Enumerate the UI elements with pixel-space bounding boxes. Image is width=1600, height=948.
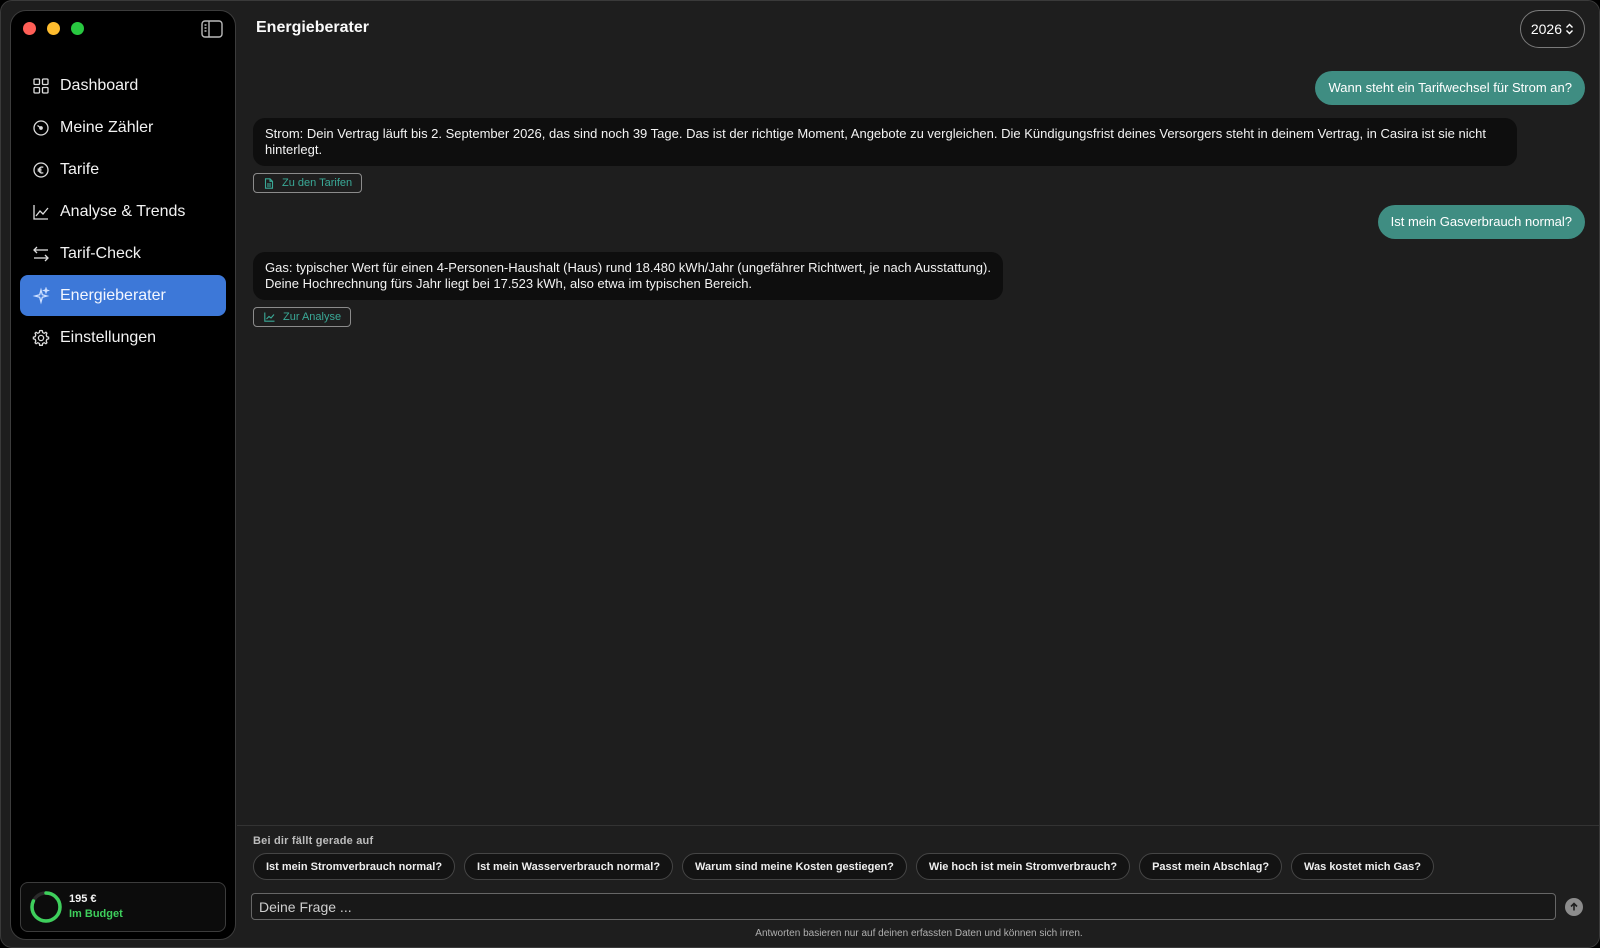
gear-icon: [32, 329, 50, 346]
sidebar-nav: Dashboard Meine Zähler Tarife Analyse & …: [20, 65, 226, 359]
action-label: Zur Analyse: [283, 311, 342, 323]
question-input-wrapper: [251, 893, 1556, 920]
goto-tarife-button[interactable]: Zu den Tarifen: [253, 173, 363, 193]
line-chart-icon: [264, 312, 275, 322]
gauge-icon: [33, 119, 49, 136]
user-message: Ist mein Gasverbrauch normal?: [1377, 205, 1585, 239]
arrow-up-icon: [1570, 902, 1578, 911]
suggestion-chip[interactable]: Ist mein Wasserverbrauch normal?: [464, 853, 674, 880]
suggestion-chip[interactable]: Was kostet mich Gas?: [1291, 853, 1435, 880]
question-input[interactable]: [252, 894, 1555, 919]
sidebar-item-meine-zaehler[interactable]: Meine Zähler: [20, 107, 226, 148]
window-controls: [23, 22, 84, 35]
suggestions-panel: Bei dir fällt gerade auf Ist mein Stromv…: [237, 825, 1599, 947]
minimize-window-button[interactable]: [47, 22, 60, 35]
goto-analyse-button[interactable]: Zur Analyse: [253, 307, 352, 327]
suggestion-chip[interactable]: Passt mein Abschlag?: [1139, 853, 1283, 880]
grid-icon: [33, 77, 49, 94]
user-message: Wann steht ein Tarifwechsel für Strom an…: [1315, 71, 1585, 105]
sidebar-item-label: Dashboard: [60, 76, 139, 94]
line-chart-icon: [33, 204, 49, 220]
suggestion-chip[interactable]: Warum sind meine Kosten gestiegen?: [682, 853, 907, 880]
document-icon: [264, 177, 274, 189]
sidebar-item-analyse-trends[interactable]: Analyse & Trends: [20, 191, 226, 232]
sparkle-icon: [32, 286, 50, 304]
sidebar-item-label: Analyse & Trends: [60, 202, 186, 220]
assistant-message: Strom: Dein Vertrag läuft bis 2. Septemb…: [253, 118, 1517, 166]
arrows-swap-icon: [33, 246, 49, 261]
sidebar-item-label: Tarife: [60, 160, 100, 178]
sidebar-item-energieberater[interactable]: Energieberater: [20, 275, 226, 316]
suggestion-chip[interactable]: Ist mein Stromverbrauch normal?: [253, 853, 456, 880]
suggestion-chip[interactable]: Wie hoch ist mein Stromverbrauch?: [915, 853, 1131, 880]
suggestion-chips: Ist mein Stromverbrauch normal? Ist mein…: [253, 853, 1435, 880]
assistant-message-line: Deine Hochrechnung fürs Jahr liegt bei 1…: [265, 276, 753, 291]
assistant-message-line: Gas: typischer Wert für einen 4-Personen…: [265, 260, 991, 275]
budget-status: Im Budget: [69, 908, 123, 920]
sidebar-item-label: Meine Zähler: [60, 118, 154, 136]
chat-thread: Wann steht ein Tarifwechsel für Strom an…: [253, 1, 1585, 825]
sidebar-item-tarife[interactable]: Tarife: [20, 149, 226, 190]
close-window-button[interactable]: [23, 22, 36, 35]
sidebar: Dashboard Meine Zähler Tarife Analyse & …: [10, 10, 236, 940]
app-window: Dashboard Meine Zähler Tarife Analyse & …: [0, 0, 1600, 948]
budget-progress-ring: [30, 891, 62, 923]
action-label: Zu den Tarifen: [282, 177, 353, 189]
sidebar-item-label: Energieberater: [60, 286, 166, 304]
sidebar-item-label: Tarif-Check: [60, 244, 141, 262]
sidebar-item-tarif-check[interactable]: Tarif-Check: [20, 233, 226, 274]
sidebar-item-label: Einstellungen: [60, 328, 157, 346]
maximize-window-button[interactable]: [71, 22, 84, 35]
sidebar-item-einstellungen[interactable]: Einstellungen: [20, 317, 226, 358]
send-button[interactable]: [1565, 898, 1583, 916]
euro-circle-icon: [33, 161, 49, 178]
budget-amount: 195 €: [69, 893, 97, 905]
suggestions-label: Bei dir fällt gerade auf: [253, 835, 374, 847]
assistant-message: Gas: typischer Wert für einen 4-Personen…: [253, 252, 1003, 300]
sidebar-toggle-icon[interactable]: [201, 20, 223, 38]
main-content: Energieberater 2026 Wann steht ein Tarif…: [237, 1, 1599, 947]
sidebar-item-dashboard[interactable]: Dashboard: [20, 65, 226, 106]
budget-widget[interactable]: 195 € Im Budget: [20, 882, 226, 932]
disclaimer-text: Antworten basieren nur auf deinen erfass…: [755, 928, 1083, 939]
